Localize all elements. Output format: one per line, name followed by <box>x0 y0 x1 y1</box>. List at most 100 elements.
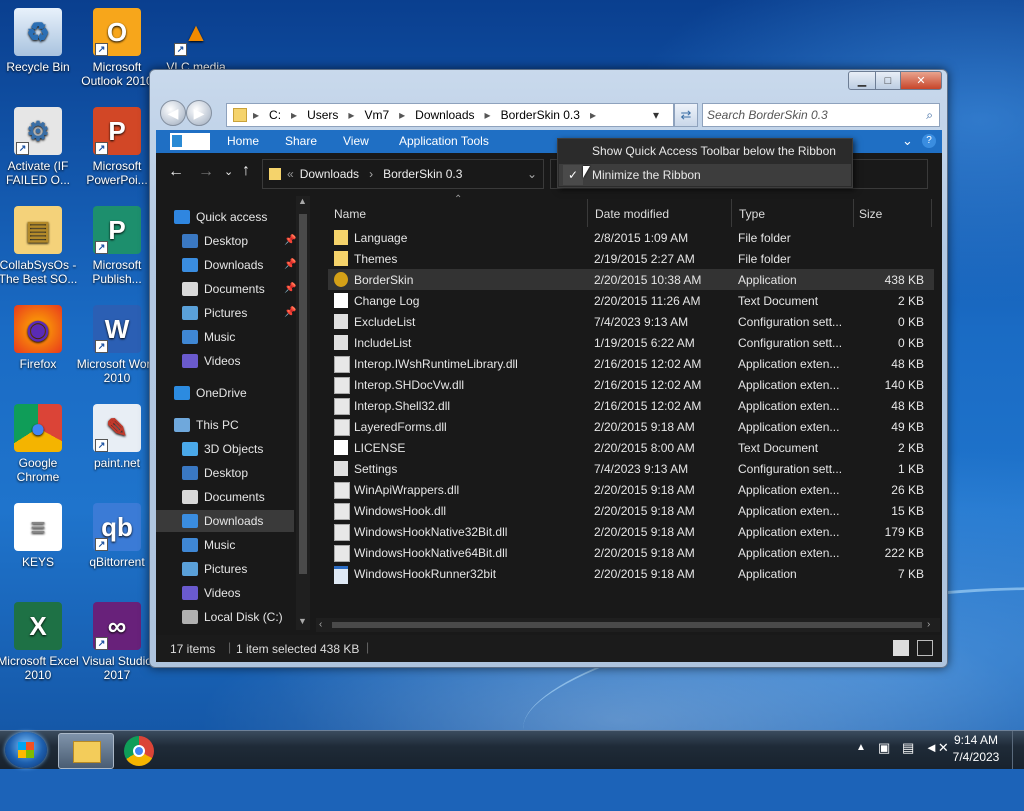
recent-locations-icon[interactable]: ⌄ <box>224 165 233 178</box>
breadcrumb-current[interactable]: BorderSkin 0.3 <box>383 167 462 181</box>
table-row[interactable]: Settings 7/4/2023 9:13 AM Configuration se… <box>328 458 934 479</box>
table-row[interactable]: IncludeList 1/19/2015 6:22 AM Configuratio… <box>328 332 934 353</box>
table-row[interactable]: Themes 2/19/2015 2:27 AM File folder <box>328 248 934 269</box>
sidebar-item-music[interactable]: Music <box>182 326 235 348</box>
sidebar-item-onedrive[interactable]: OneDrive <box>174 382 247 404</box>
column-divider[interactable] <box>853 199 854 227</box>
horizontal-scrollbar-thumb[interactable] <box>332 622 922 628</box>
pin-icon[interactable]: 📌 <box>284 283 296 294</box>
desktop-icon[interactable]: ⚙ ↗ Activate (IF FAILED O... <box>0 107 80 187</box>
chevron-right-icon[interactable]: ▸ <box>590 108 596 122</box>
start-button[interactable] <box>5 732 47 768</box>
chevron-down-icon[interactable]: ⌄ <box>527 167 537 181</box>
up-arrow-icon[interactable]: ↑ <box>242 162 250 180</box>
column-date-modified[interactable]: Date modified <box>595 202 669 226</box>
desktop-icon[interactable]: P ↗ Microsoft PowerPoi... <box>75 107 159 187</box>
sidebar-item-music[interactable]: Music <box>182 534 235 556</box>
desktop-icon[interactable]: ● Google Chrome <box>0 404 80 484</box>
network-icon[interactable]: ▤ <box>902 740 914 756</box>
sidebar-item-downloads[interactable]: Downloads <box>156 510 294 532</box>
desktop-icon[interactable]: qb ↗ qBittorrent <box>75 503 159 569</box>
forward-arrow-icon[interactable]: → <box>198 163 214 181</box>
search-input[interactable]: Search BorderSkin 0.3 ⌕ <box>702 103 940 127</box>
close-button[interactable]: ✕ <box>900 71 942 90</box>
table-row[interactable]: Language 2/8/2015 1:09 AM File folder <box>328 227 934 248</box>
horizontal-scrollbar[interactable]: ‹ › <box>316 618 940 632</box>
desktop-icon[interactable]: O ↗ Microsoft Outlook 2010 <box>75 8 159 88</box>
sidebar-item-documents[interactable]: Documents <box>182 278 265 300</box>
table-row[interactable]: WindowsHookNative64Bit.dll 2/20/2015 9:18… <box>328 542 934 563</box>
sidebar-scrollbar-thumb[interactable] <box>299 214 307 574</box>
address-part[interactable]: Users <box>307 108 338 122</box>
minimize-button[interactable]: ▁ <box>848 71 876 90</box>
devices-icon[interactable]: ▣ <box>878 740 890 756</box>
large-icons-view-icon[interactable] <box>917 640 933 656</box>
sidebar-item-quick-access[interactable]: Quick access <box>174 206 267 228</box>
address-part[interactable]: C: <box>269 108 281 122</box>
table-row[interactable]: WinApiWrappers.dll 2/20/2015 9:18 AM Appli… <box>328 479 934 500</box>
chevron-right-icon[interactable]: ▸ <box>485 108 491 122</box>
taskbar-explorer-button[interactable] <box>58 733 114 769</box>
column-divider[interactable] <box>587 199 588 227</box>
breadcrumb-downloads[interactable]: Downloads <box>300 167 359 181</box>
sidebar-item-videos[interactable]: Videos <box>182 582 240 604</box>
scroll-down-icon[interactable]: ▼ <box>298 616 307 626</box>
chevron-right-icon[interactable]: ▸ <box>399 108 405 122</box>
ribbon-expand-icon[interactable]: ⌄ <box>902 133 913 149</box>
table-row[interactable]: Change Log 2/20/2015 11:26 AM Text Documen… <box>328 290 934 311</box>
table-row[interactable]: Interop.IWshRuntimeLibrary.dll 2/16/2015 … <box>328 353 934 374</box>
address-bar[interactable]: ▸ C: ▸ Users ▸ Vm7 ▸ Downloads ▸ BorderSkin 0.3 ▸… <box>226 103 674 127</box>
sidebar-item-3d-objects[interactable]: 3D Objects <box>182 438 263 460</box>
search-icon[interactable]: ⌕ <box>926 108 933 123</box>
table-row[interactable]: BorderSkin 2/20/2015 10:38 AM Application 4… <box>328 269 934 290</box>
sidebar-scrollbar[interactable]: ▲ ▼ <box>296 196 310 630</box>
desktop-icon[interactable]: ♻ Recycle Bin <box>0 8 80 74</box>
menu-item-show-qat-below[interactable]: Show Quick Access Toolbar below the Ribb… <box>558 139 852 163</box>
desktop-icon[interactable]: ✎ ↗ paint.net <box>75 404 159 470</box>
breadcrumb[interactable]: « Downloads › BorderSkin 0.3 ⌄ <box>262 159 544 189</box>
details-view-icon[interactable] <box>893 640 909 656</box>
forward-button-7[interactable]: ▶ <box>186 100 212 126</box>
tab-home[interactable]: Home <box>227 134 259 148</box>
back-button-7[interactable]: ◀ <box>160 100 186 126</box>
address-part[interactable]: Downloads <box>415 108 474 122</box>
sidebar-item-pictures[interactable]: Pictures <box>182 302 247 324</box>
show-hidden-icons-icon[interactable]: ▲ <box>856 742 866 753</box>
chevron-down-icon[interactable]: ▾ <box>653 108 659 122</box>
column-divider[interactable] <box>731 199 732 227</box>
sidebar-item-downloads[interactable]: Downloads <box>182 254 263 276</box>
sidebar-item-desktop[interactable]: Desktop <box>182 230 248 252</box>
desktop-icon[interactable]: ▲ ↗ VLC media <box>154 8 238 74</box>
desktop-icon[interactable]: ◉ Firefox <box>0 305 80 371</box>
desktop-icon[interactable]: X Microsoft Excel 2010 <box>0 602 80 682</box>
column-type[interactable]: Type <box>739 202 765 226</box>
table-row[interactable]: WindowsHook.dll 2/20/2015 9:18 AM Applicat… <box>328 500 934 521</box>
pin-icon[interactable]: 📌 <box>284 259 296 270</box>
desktop-icon[interactable]: ≡ KEYS <box>0 503 80 569</box>
help-icon[interactable]: ? <box>922 134 936 148</box>
tab-share[interactable]: Share <box>285 134 317 148</box>
desktop-icon[interactable]: ∞ ↗ Visual Studio 2017 <box>75 602 159 682</box>
clock-time[interactable]: 9:14 AM <box>950 733 1002 747</box>
volume-muted-icon[interactable]: ◄✕ <box>925 740 949 756</box>
clock-date[interactable]: 7/4/2023 <box>950 750 1002 764</box>
table-row[interactable]: Interop.SHDocVw.dll 2/16/2015 12:02 AM App… <box>328 374 934 395</box>
column-size[interactable]: Size <box>859 202 882 226</box>
chevron-right-icon[interactable]: ▸ <box>291 108 297 122</box>
chevron-right-icon[interactable]: ▸ <box>348 108 354 122</box>
scroll-up-icon[interactable]: ▲ <box>298 196 307 206</box>
breadcrumb-overflow[interactable]: « <box>287 167 294 181</box>
table-row[interactable]: Interop.Shell32.dll 2/16/2015 12:02 AM App… <box>328 395 934 416</box>
column-name[interactable]: Name <box>334 202 366 226</box>
desktop-icon[interactable]: ▤ CollabSysOs - The Best SO... <box>0 206 80 286</box>
table-row[interactable]: LICENSE 2/20/2015 8:00 AM Text Document 2 K… <box>328 437 934 458</box>
desktop-icon[interactable]: W ↗ Microsoft Word 2010 <box>75 305 159 385</box>
maximize-button[interactable]: □ <box>875 71 901 90</box>
desktop-icon[interactable]: P ↗ Microsoft Publish... <box>75 206 159 286</box>
refresh-button[interactable]: ⇄ <box>674 103 698 127</box>
table-row[interactable]: ExcludeList 7/4/2023 9:13 AM Configuration… <box>328 311 934 332</box>
scroll-right-icon[interactable]: › <box>927 619 930 630</box>
table-row[interactable]: LayeredForms.dll 2/20/2015 9:18 AM Applica… <box>328 416 934 437</box>
tab-view[interactable]: View <box>343 134 369 148</box>
sidebar-item-pictures[interactable]: Pictures <box>182 558 247 580</box>
